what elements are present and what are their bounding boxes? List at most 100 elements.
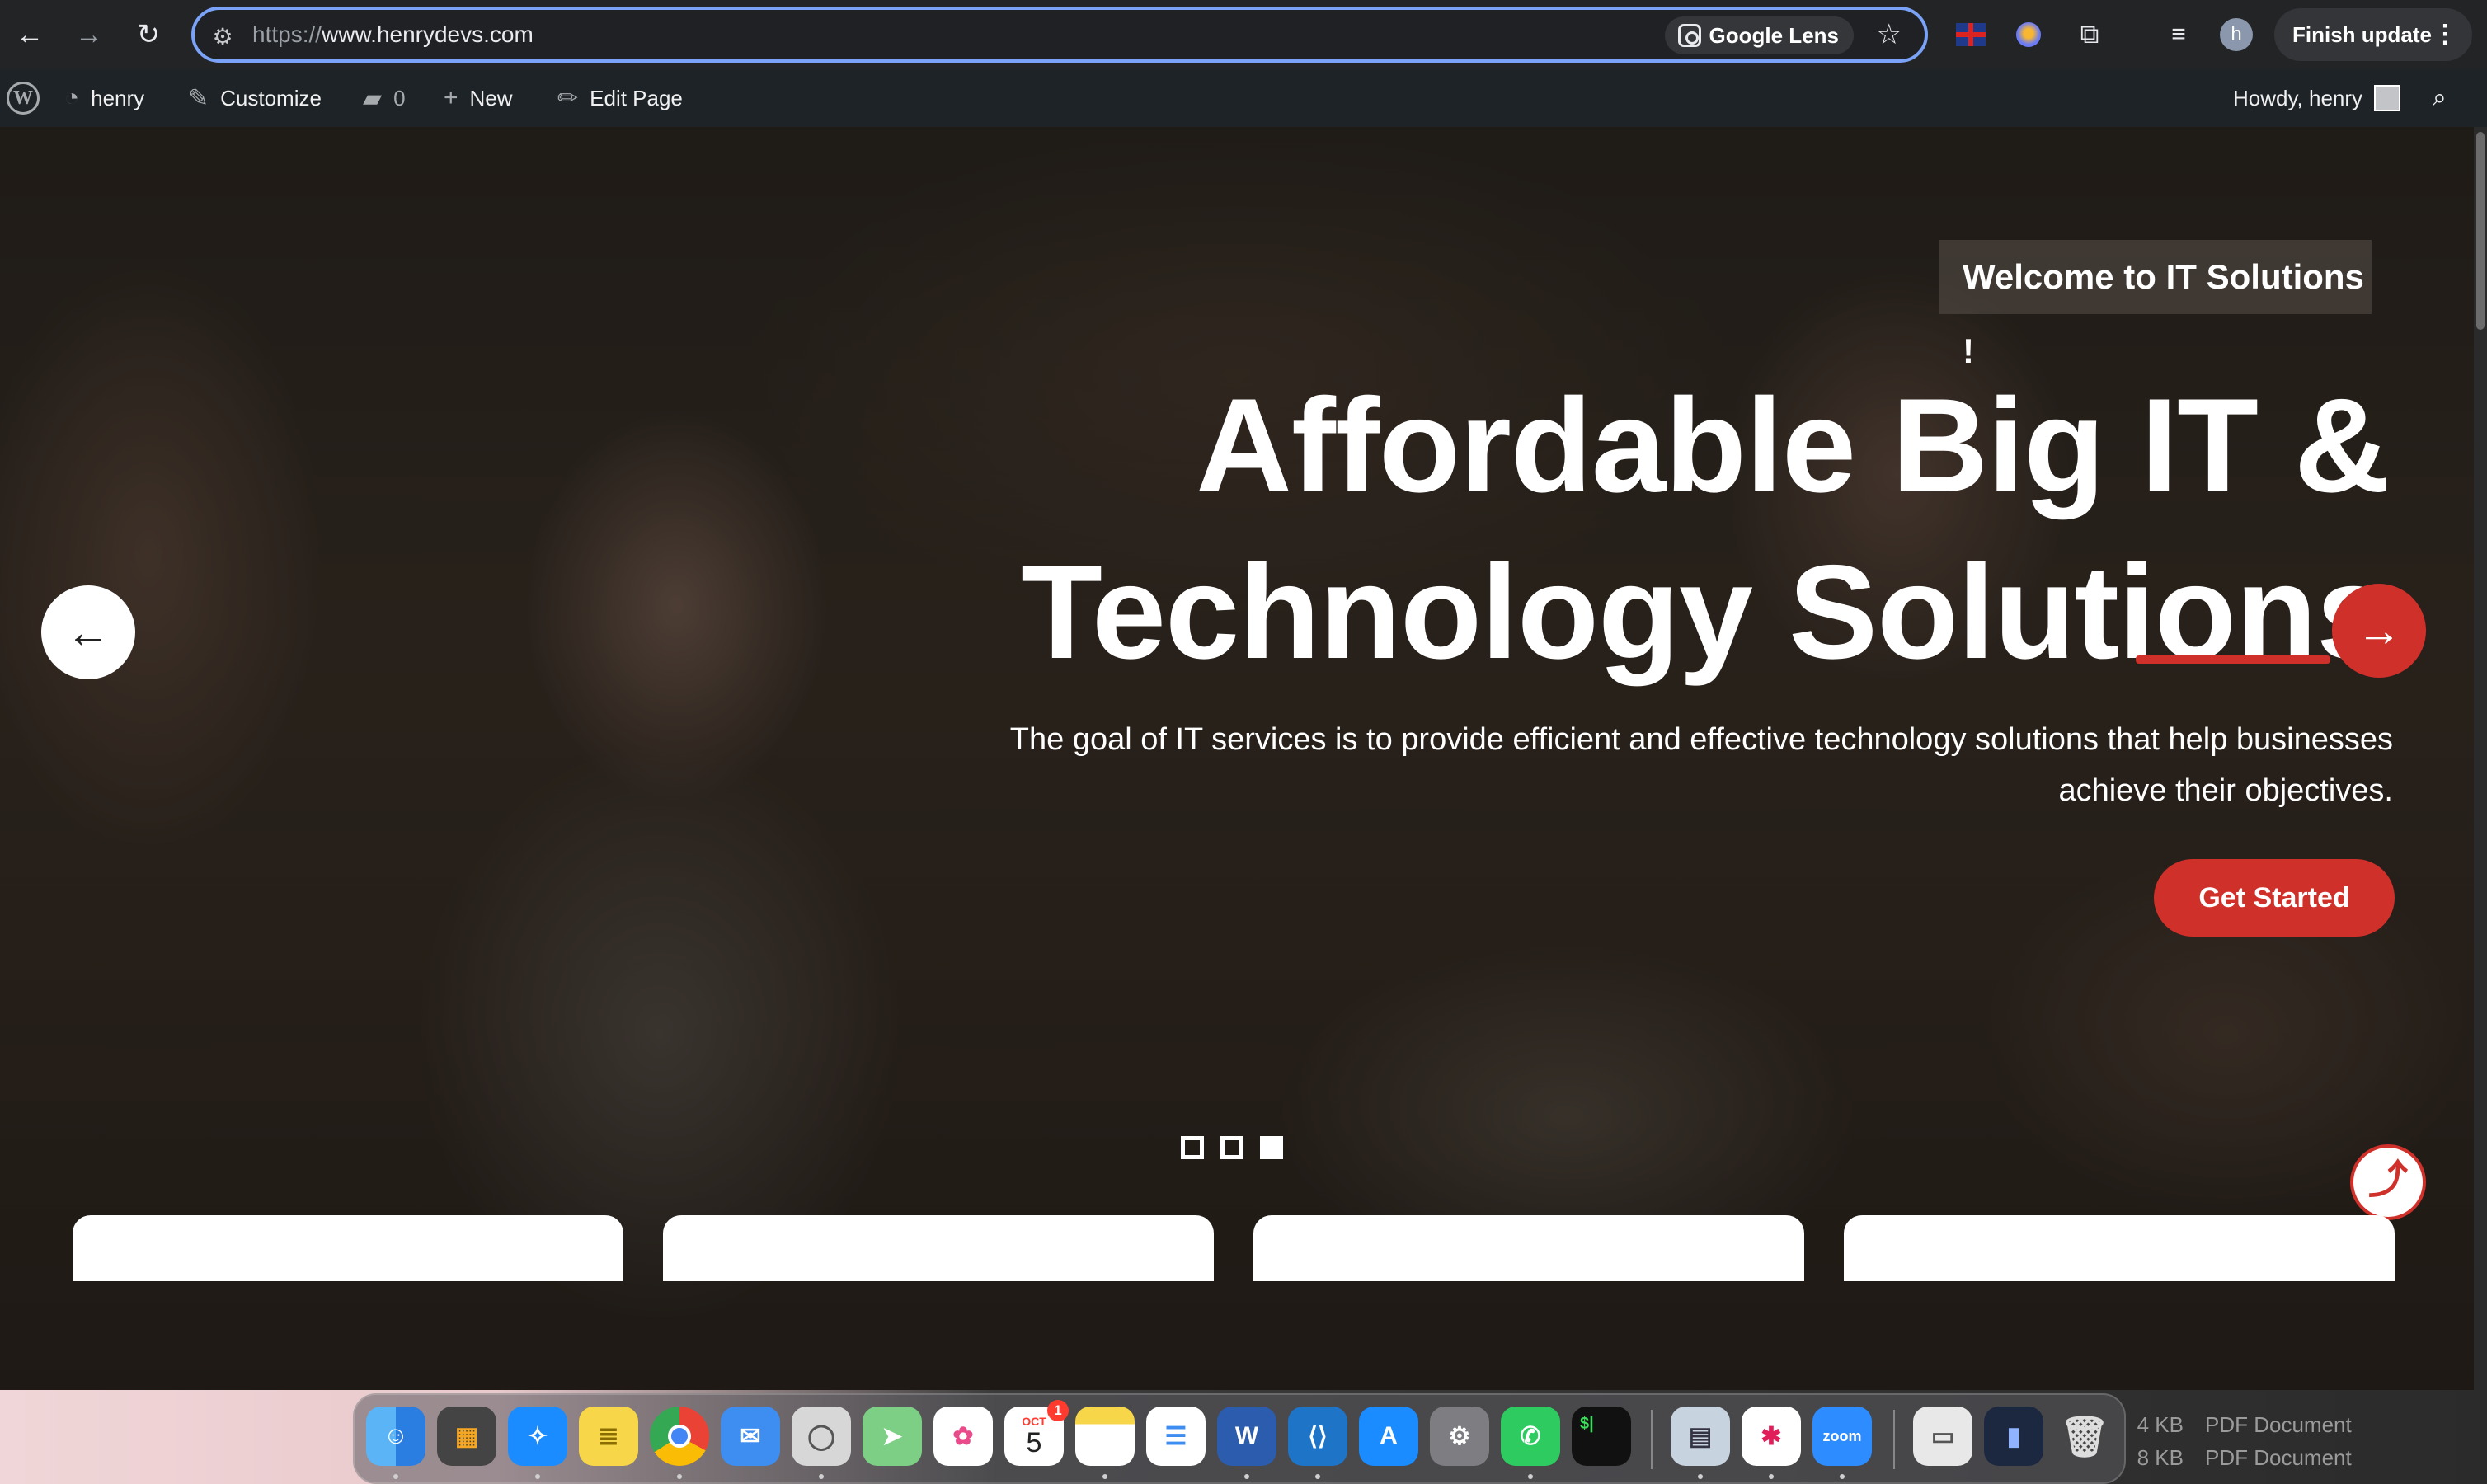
arrow-right-icon: → bbox=[2357, 606, 2401, 655]
site-name-label: henry bbox=[91, 85, 145, 110]
trash-icon[interactable]: 🗑 bbox=[2055, 1407, 2114, 1466]
running-indicator bbox=[1244, 1474, 1249, 1479]
running-indicator bbox=[677, 1474, 682, 1479]
whatsapp-icon[interactable]: ✆ bbox=[1501, 1407, 1560, 1466]
finder-file-row[interactable]: 4 KB PDF Document bbox=[2111, 1408, 2352, 1441]
arrow-up-icon: ⤴ bbox=[2367, 1158, 2408, 1202]
system-settings-icon[interactable]: ⚙ bbox=[1430, 1407, 1489, 1466]
calendar-icon[interactable]: OCT 5 1 bbox=[1004, 1400, 1069, 1466]
get-started-button[interactable]: Get Started bbox=[2154, 859, 2395, 937]
google-lens-icon bbox=[1677, 24, 1701, 47]
avatar bbox=[2374, 85, 2401, 111]
puzzle-icon: ⧉ bbox=[2080, 19, 2099, 49]
howdy-label: Howdy, henry bbox=[2233, 85, 2363, 110]
flag-icon bbox=[1956, 23, 1986, 46]
stickies-icon[interactable]: ≣ bbox=[579, 1407, 638, 1466]
hero-subtext: The goal of IT services is to provide ef… bbox=[1009, 722, 2393, 808]
word-icon[interactable]: W bbox=[1217, 1407, 1276, 1466]
slider-prev-button[interactable]: ← bbox=[41, 585, 135, 679]
site-name-link[interactable]: ◔ henry bbox=[64, 69, 144, 127]
app-store-icon[interactable]: A bbox=[1359, 1407, 1418, 1466]
preview-icon[interactable]: ▤ bbox=[1671, 1407, 1730, 1466]
zoom-icon[interactable]: zoom bbox=[1812, 1407, 1872, 1466]
vscode-icon[interactable]: ⟨⟩ bbox=[1288, 1407, 1347, 1466]
address-bar[interactable]: ⚙ https://www.henrydevs.com Google Lens … bbox=[191, 7, 1928, 63]
url-scheme: https:// bbox=[252, 21, 322, 47]
calendar-badge: 1 bbox=[1047, 1400, 1069, 1421]
site-settings-icon[interactable]: ⚙ bbox=[206, 20, 239, 53]
recent-screenshot-icon[interactable]: ▮ bbox=[1984, 1407, 2043, 1466]
profile-avatar[interactable]: h bbox=[2220, 18, 2253, 51]
orb-extension[interactable] bbox=[2009, 15, 2048, 54]
messenger-icon[interactable]: ◯ bbox=[792, 1407, 851, 1466]
macos-dock: ☺ ▦ ✧ ≣ ✉ ◯ ➤ ✿ OCT 5 1 ☰ W ⟨⟩ A ⚙ ✆ $| … bbox=[353, 1393, 2126, 1484]
wordpress-logo-icon: W bbox=[7, 82, 40, 115]
hero-headline: Affordable Big IT & Technology Solutions bbox=[988, 363, 2391, 696]
customize-link[interactable]: ✎ Customize bbox=[188, 69, 322, 127]
finish-update-button[interactable]: Finish update ⋮ bbox=[2274, 8, 2472, 61]
file-kind: PDF Document bbox=[2205, 1445, 2352, 1470]
headline-line-2: Technology Solutions bbox=[1021, 538, 2391, 687]
admin-search-button[interactable]: ⌕ bbox=[2433, 69, 2447, 127]
new-label: New bbox=[469, 85, 513, 110]
pencil-icon: ✏ bbox=[557, 84, 579, 112]
hero-welcome-tag: Welcome to IT Solutions ! bbox=[1939, 240, 2372, 370]
notes-icon[interactable] bbox=[1075, 1407, 1135, 1466]
reminders-icon[interactable]: ☰ bbox=[1146, 1407, 1206, 1466]
slider-dot-2[interactable] bbox=[1220, 1136, 1244, 1159]
url-text[interactable]: https://www.henrydevs.com bbox=[252, 21, 534, 48]
recent-document-icon[interactable]: ▭ bbox=[1913, 1407, 1972, 1466]
terminal-icon[interactable]: $| bbox=[1572, 1407, 1631, 1466]
comments-link[interactable]: ▰ 0 bbox=[363, 69, 406, 127]
wp-logo-button[interactable]: W bbox=[7, 69, 40, 127]
slack-icon[interactable]: ✱ bbox=[1742, 1407, 1801, 1466]
running-indicator bbox=[1528, 1474, 1533, 1479]
running-indicator bbox=[1315, 1474, 1320, 1479]
new-content-link[interactable]: + New bbox=[444, 69, 513, 127]
dock-separator bbox=[1651, 1410, 1653, 1469]
edit-page-link[interactable]: ✏ Edit Page bbox=[557, 69, 683, 127]
slider-dot-1[interactable] bbox=[1181, 1136, 1204, 1159]
running-indicator bbox=[393, 1474, 398, 1479]
photos-icon[interactable]: ✿ bbox=[933, 1407, 993, 1466]
reload-icon[interactable]: ↻ bbox=[129, 15, 168, 54]
page-scrollbar-thumb[interactable] bbox=[2476, 132, 2485, 330]
back-icon[interactable]: ← bbox=[10, 15, 49, 54]
mail-icon[interactable]: ✉ bbox=[721, 1407, 780, 1466]
maps-icon[interactable]: ➤ bbox=[863, 1407, 922, 1466]
slider-next-button[interactable]: → bbox=[2332, 584, 2426, 678]
dock-separator bbox=[1893, 1410, 1895, 1469]
slider-dot-3[interactable] bbox=[1260, 1136, 1283, 1159]
customize-label: Customize bbox=[220, 85, 322, 110]
safari-icon[interactable]: ✧ bbox=[508, 1407, 567, 1466]
headline-underline-accent bbox=[2136, 655, 2330, 664]
service-card-3 bbox=[1253, 1215, 1804, 1281]
finder-file-row[interactable]: 8 KB PDF Document bbox=[2111, 1441, 2352, 1474]
finder-icon[interactable]: ☺ bbox=[366, 1407, 425, 1466]
service-card-1 bbox=[73, 1215, 623, 1281]
launchpad-icon[interactable]: ▦ bbox=[437, 1407, 496, 1466]
search-icon: ⌕ bbox=[2433, 84, 2447, 111]
google-lens-label: Google Lens bbox=[1709, 23, 1839, 48]
url-host: www.henrydevs.com bbox=[322, 21, 534, 47]
extension-orb-icon bbox=[2016, 22, 2041, 47]
media-queue-icon: ≡ bbox=[2171, 21, 2186, 48]
headline-line-1: Affordable Big IT & bbox=[1196, 371, 2391, 520]
chrome-icon[interactable] bbox=[650, 1407, 709, 1466]
bookmark-star-icon[interactable]: ☆ bbox=[1877, 18, 1902, 51]
running-indicator bbox=[1840, 1474, 1845, 1479]
media-control-button[interactable]: ≡ bbox=[2159, 15, 2198, 54]
running-indicator bbox=[1769, 1474, 1774, 1479]
running-indicator bbox=[1698, 1474, 1703, 1479]
translate-flag-extension[interactable] bbox=[1951, 15, 1991, 54]
back-to-top-button[interactable]: ⤴ bbox=[2350, 1144, 2426, 1220]
my-account-link[interactable]: Howdy, henry bbox=[2233, 69, 2401, 127]
edit-page-label: Edit Page bbox=[590, 85, 683, 110]
calendar-month: OCT bbox=[1022, 1415, 1046, 1428]
finish-update-label: Finish update bbox=[2292, 22, 2432, 47]
google-lens-button[interactable]: Google Lens bbox=[1664, 16, 1854, 54]
extensions-button[interactable]: ⧉ bbox=[2070, 15, 2109, 54]
kebab-menu-icon: ⋮ bbox=[2433, 21, 2457, 48]
forward-icon[interactable]: → bbox=[69, 15, 109, 54]
running-indicator bbox=[819, 1474, 824, 1479]
